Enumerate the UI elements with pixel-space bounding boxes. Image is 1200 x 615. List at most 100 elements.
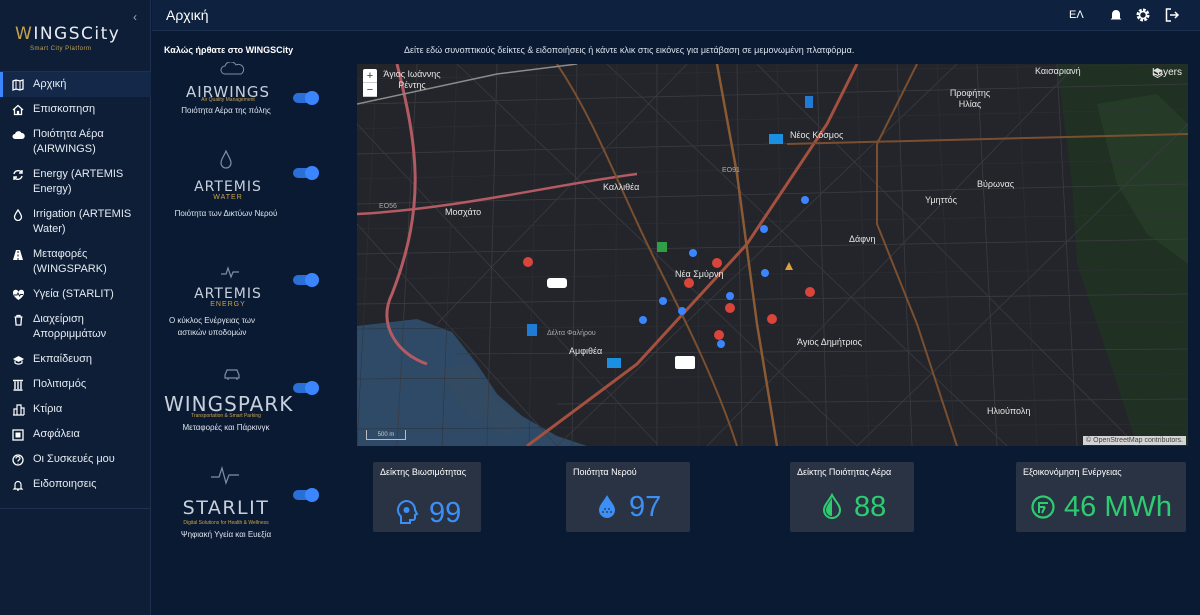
buildings-icon [11, 402, 25, 417]
map-label: Μοσχάτο [445, 207, 482, 217]
sidebar-item-label: Ποιότητα Αέρα (AIRWINGS) [33, 128, 104, 155]
airwings-logo-subtitle: Air Quality Management [201, 97, 255, 103]
sidebar-item-education[interactable]: Εκπαίδευση [0, 347, 151, 372]
starlit-logo-subtitle: Digital Solutions for Health & Wellness [183, 520, 269, 526]
map-attribution[interactable]: © OpenStreetMap contributors. [1083, 436, 1186, 445]
drop-icon [11, 207, 25, 222]
app: WINGSCity Smart City Platform ‹ Αρχική Ε… [0, 0, 1200, 615]
wingscity-logo[interactable]: WINGSCity Smart City Platform [0, 0, 151, 70]
sidebar-item-airwings[interactable]: Ποιότητα Αέρα (AIRWINGS) [0, 122, 151, 162]
sidebar-nav: Αρχική Επισκοπηση Ποιότητα Αέρα (AIRWING… [0, 71, 151, 497]
artemis-energy-logo-subtitle: ENERGY [210, 301, 246, 308]
pulse-outline-icon [221, 266, 239, 279]
sidebar-item-label: Εκπαίδευση [33, 353, 93, 365]
layers-icon [1152, 68, 1163, 78]
kpi-energy-saving[interactable]: Εξοικονόμηση Ενέργειας 46 MWh [1016, 462, 1186, 532]
sidebar-item-label: Κτίρια [33, 403, 63, 415]
water-drop-icon [599, 495, 615, 518]
kpi-air-quality[interactable]: Δείκτης Ποιότητας Αέρα 88 [790, 462, 914, 532]
map-label: Αμφιθέα [569, 346, 603, 356]
map-label: Ηλιούπολη [987, 406, 1031, 416]
map-label: Υμηττός [925, 195, 957, 205]
sidebar-item-label: Irrigation (ARTEMIS Water) [33, 208, 132, 235]
sidebar-item-label: Πολιτισμός [33, 378, 87, 390]
shield-grid-icon [11, 427, 25, 442]
kpi-water-quality[interactable]: Ποιότητα Νερού 97 [566, 462, 690, 532]
sidebar-item-devices[interactable]: Οι Συσκευές μου [0, 447, 151, 472]
artemis-water-logo: ARTEMIS [194, 179, 262, 195]
sidebar-item-security[interactable]: Ασφάλεια [0, 422, 151, 447]
kpi-value: 88 [854, 491, 887, 523]
columns-icon [11, 377, 25, 392]
kpi-title: Εξοικονόμηση Ενέργειας [1023, 467, 1122, 477]
artemis-energy-toggle[interactable] [293, 273, 319, 287]
water-drop-outline-icon [220, 150, 232, 169]
kpi-title: Δείκτης Βιωσιμότητας [380, 467, 467, 477]
map-label: Βύρωνας [977, 179, 1015, 189]
sidebar-item-culture[interactable]: Πολιτισμός [0, 372, 151, 397]
device-icon [11, 452, 25, 467]
sidebar-item-label: Energy (ARTEMIS Energy) [33, 168, 124, 195]
car-outline-icon [224, 369, 240, 380]
zoom-in-button[interactable]: + [363, 69, 377, 83]
sidebar-item-buildings[interactable]: Κτίρια [0, 397, 151, 422]
logo-subtitle: Smart City Platform [30, 46, 92, 52]
city-map[interactable]: Άγιος Ιωάννης Ρέντης Καλλιθέα Μοσχάτο Νέ… [357, 64, 1188, 446]
platform-caption: Ψηφιακή Υγεία και Ευεξία [180, 530, 272, 539]
cloud-icon [11, 127, 25, 142]
topbar: Αρχική ΕΛ [152, 0, 1200, 31]
sidebar-item-energy[interactable]: Energy (ARTEMIS Energy) [0, 162, 151, 202]
kpi-value: 46 MWh [1064, 491, 1172, 523]
language-selector[interactable]: ΕΛ [1069, 9, 1084, 21]
sidebar-item-irrigation[interactable]: Irrigation (ARTEMIS Water) [0, 202, 151, 242]
sidebar-item-label: Διαχείριση Απορριμμάτων [33, 313, 107, 340]
map-label: ΕΟ56 [379, 203, 397, 210]
bell-icon[interactable] [1108, 7, 1124, 23]
logout-icon[interactable] [1164, 7, 1180, 23]
kpi-value: 99 [429, 497, 462, 529]
starlit-toggle[interactable] [293, 488, 319, 502]
bell-icon [11, 477, 25, 492]
sidebar-item-overview[interactable]: Επισκοπηση [0, 97, 151, 122]
intro-text: Δείτε εδώ συνοπτικούς δείκτες & ειδοποιή… [404, 45, 855, 55]
logo-word: INGSCity [33, 24, 121, 44]
sidebar: WINGSCity Smart City Platform ‹ Αρχική Ε… [0, 0, 151, 615]
airwings-toggle[interactable] [293, 91, 319, 105]
kpi-title: Δείκτης Ποιότητας Αέρα [797, 467, 892, 477]
sidebar-item-label: Μεταφορές (WINGSPARK) [33, 248, 107, 275]
sidebar-item-transport[interactable]: Μεταφορές (WINGSPARK) [0, 242, 151, 282]
sidebar-item-label: Αρχική [33, 78, 67, 90]
sidebar-item-health[interactable]: Υγεία (STARLIT) [0, 282, 151, 307]
sidebar-item-waste[interactable]: Διαχείριση Απορριμμάτων [0, 307, 151, 347]
kpi-value: 97 [629, 491, 662, 523]
map-label: Προφήτης Ηλίας [949, 88, 991, 109]
map-tiles [357, 64, 1188, 446]
zoom-out-button[interactable]: − [363, 83, 377, 97]
layers-button[interactable]: Layers [1152, 67, 1182, 78]
logo-letter: W [15, 24, 34, 44]
wingspark-toggle[interactable] [293, 381, 319, 395]
map-label: Δάφνη [849, 234, 876, 244]
heartbeat-outline-icon [211, 465, 239, 485]
kpi-sustainability[interactable]: Δείκτης Βιωσιμότητας 99 [373, 462, 481, 532]
artemis-water-toggle[interactable] [293, 166, 319, 180]
refresh-icon [11, 167, 25, 182]
head-icon [396, 499, 419, 524]
graduation-icon [11, 352, 25, 367]
artemis-energy-logo: ARTEMIS [194, 286, 262, 302]
collapse-sidebar-icon[interactable]: ‹ [133, 10, 137, 24]
trash-icon [11, 312, 25, 327]
starlit-logo: STARLIT [182, 497, 270, 519]
sidebar-item-label: Οι Συσκευές μου [33, 453, 115, 465]
cloud-outline-icon [220, 62, 245, 75]
welcome-heading: Καλώς ήρθατε στο WINGSCity [164, 45, 294, 55]
platform-caption: Ποιότητα Αέρα της πόλης [181, 106, 271, 115]
sidebar-item-notifications[interactable]: Ειδοποιησεις [0, 472, 151, 497]
sidebar-item-label: Ειδοποιησεις [33, 478, 97, 490]
heart-pulse-icon [11, 287, 25, 302]
platform-caption: Ο κύκλος Ενέργειας των αστικών υποδομών [168, 316, 256, 337]
sidebar-item-home[interactable]: Αρχική [0, 72, 151, 97]
map-label: ΕΟ91 [722, 167, 740, 174]
platform-caption: Ποιότητα των Δικτύων Νερού [174, 209, 278, 218]
settings-gear-icon[interactable] [1135, 7, 1151, 23]
